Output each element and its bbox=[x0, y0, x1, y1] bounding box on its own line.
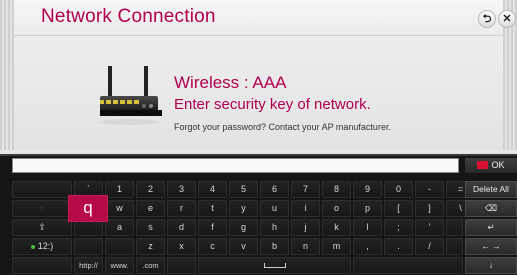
key[interactable]: y bbox=[229, 200, 258, 217]
key[interactable]: z bbox=[136, 238, 165, 255]
close-button[interactable]: ✕ bbox=[498, 10, 516, 28]
key[interactable]: 2 bbox=[136, 181, 165, 198]
key[interactable]: 6 bbox=[260, 181, 289, 198]
cursor-arrows-button[interactable]: ← → bbox=[465, 238, 517, 255]
key[interactable]: f bbox=[198, 219, 227, 236]
title-bar: Network Connection ⮌ ✕ bbox=[14, 0, 516, 36]
key[interactable]: w bbox=[105, 200, 134, 217]
network-name: Wireless : AAA bbox=[174, 73, 287, 92]
key[interactable]: 4 bbox=[198, 181, 227, 198]
hide-keyboard-button[interactable]: ↓ bbox=[465, 257, 517, 274]
virtual-keyboard: OK ◌ ⇧ 12:) ` 1 2 3 4 5 6 7 8 9 0- = q w e r t y u i o p[] \ a s d f g… bbox=[0, 154, 517, 275]
key[interactable]: p bbox=[353, 200, 382, 217]
space-key[interactable] bbox=[198, 257, 351, 274]
backspace-icon: ⌫ bbox=[484, 203, 498, 213]
security-key-input[interactable] bbox=[12, 158, 459, 173]
key[interactable]: e bbox=[136, 200, 165, 217]
key[interactable]: j bbox=[291, 219, 320, 236]
key[interactable]: 0 bbox=[384, 181, 413, 198]
key[interactable]: 3 bbox=[167, 181, 196, 198]
key[interactable]: l bbox=[353, 219, 382, 236]
backspace-button[interactable]: ⌫ bbox=[465, 200, 517, 217]
key[interactable]: 1 bbox=[105, 181, 134, 198]
mode-key[interactable]: 12:) bbox=[12, 238, 72, 255]
blank-key bbox=[446, 219, 463, 236]
enter-button[interactable]: ↵ bbox=[465, 219, 517, 236]
key[interactable]: g bbox=[229, 219, 258, 236]
security-key-prompt: Enter security key of network. bbox=[174, 96, 371, 113]
key[interactable]: 8 bbox=[322, 181, 351, 198]
ok-label: OK bbox=[491, 160, 505, 170]
space-bar-icon bbox=[263, 263, 286, 269]
key[interactable]: n bbox=[291, 238, 320, 255]
key[interactable]: k bbox=[322, 219, 351, 236]
key[interactable]: t bbox=[198, 200, 227, 217]
key[interactable]: 9 bbox=[353, 181, 382, 198]
blank-key bbox=[167, 257, 196, 274]
green-button-icon bbox=[30, 244, 35, 249]
dialog-panel: Network Connection ⮌ ✕ Wireless : AAA En… bbox=[0, 0, 517, 150]
http-shortcut-key[interactable]: http:// bbox=[74, 257, 103, 274]
arrow-down-icon: ↓ bbox=[488, 260, 494, 270]
key[interactable]: v bbox=[229, 238, 258, 255]
key[interactable]: o bbox=[322, 200, 351, 217]
close-icon: ✕ bbox=[502, 13, 512, 25]
com-shortcut-key[interactable]: .com bbox=[136, 257, 165, 274]
input-row: OK bbox=[0, 156, 517, 176]
key[interactable]: a bbox=[105, 219, 134, 236]
key[interactable]: [ bbox=[384, 200, 413, 217]
key[interactable]: m bbox=[322, 238, 351, 255]
red-button-icon bbox=[477, 160, 489, 169]
key[interactable]: ' bbox=[415, 219, 444, 236]
key[interactable]: h bbox=[260, 219, 289, 236]
key[interactable]: u bbox=[260, 200, 289, 217]
key[interactable]: b bbox=[260, 238, 289, 255]
arrow-left-right-icon: ← → bbox=[481, 241, 501, 251]
back-arrow-icon: ⮌ bbox=[482, 13, 492, 25]
blank-key bbox=[446, 238, 463, 255]
key[interactable]: i bbox=[291, 200, 320, 217]
blank-key bbox=[105, 238, 134, 255]
mode-label: 12:) bbox=[37, 241, 54, 251]
back-button[interactable]: ⮌ bbox=[478, 10, 496, 28]
ok-button[interactable]: OK bbox=[465, 158, 517, 173]
key[interactable]: ] bbox=[415, 200, 444, 217]
www-shortcut-key[interactable]: www. bbox=[105, 257, 134, 274]
key[interactable]: ; bbox=[384, 219, 413, 236]
delete-all-button[interactable]: Delete All bbox=[465, 181, 517, 198]
left-edge-strip bbox=[0, 0, 14, 150]
password-hint: Forgot your password? Contact your AP ma… bbox=[174, 122, 391, 132]
key[interactable]: , bbox=[353, 238, 382, 255]
blank-key bbox=[74, 238, 103, 255]
shift-key[interactable]: ⇧ bbox=[12, 219, 72, 236]
key[interactable]: r bbox=[167, 200, 196, 217]
key[interactable]: x bbox=[167, 238, 196, 255]
gear-icon: ◌ bbox=[39, 203, 45, 213]
key[interactable]: c bbox=[198, 238, 227, 255]
key[interactable]: . bbox=[384, 238, 413, 255]
settings-key[interactable]: ◌ bbox=[12, 200, 72, 217]
key[interactable]: - bbox=[415, 181, 444, 198]
key[interactable]: s bbox=[136, 219, 165, 236]
blank-key bbox=[353, 257, 463, 274]
key[interactable]: / bbox=[415, 238, 444, 255]
enter-icon: ↵ bbox=[487, 222, 495, 232]
key-focused[interactable]: q bbox=[68, 195, 108, 222]
blank-key bbox=[12, 181, 72, 198]
blank-key bbox=[12, 257, 72, 274]
dialog-title: Network Connection bbox=[41, 6, 216, 27]
key[interactable]: d bbox=[167, 219, 196, 236]
key[interactable]: 5 bbox=[229, 181, 258, 198]
key[interactable]: 7 bbox=[291, 181, 320, 198]
